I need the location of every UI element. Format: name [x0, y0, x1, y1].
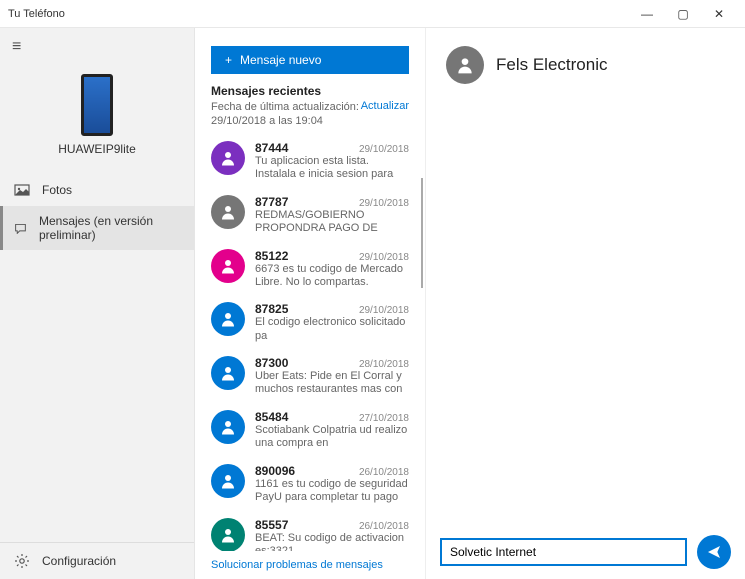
message-icon: [14, 220, 27, 236]
maximize-button[interactable]: ▢: [665, 0, 701, 28]
message-sender: 87787: [255, 195, 288, 209]
avatar: [211, 249, 245, 283]
message-sender: 87825: [255, 302, 288, 316]
compose-input[interactable]: [440, 538, 687, 566]
titlebar: Tu Teléfono — ▢ ✕: [0, 0, 745, 28]
compose-row: [426, 525, 745, 579]
phone-name: HUAWEIP9lite: [58, 142, 136, 156]
message-sender: 85122: [255, 249, 288, 263]
message-date: 29/10/2018: [359, 198, 409, 209]
message-date: 26/10/2018: [359, 521, 409, 532]
sidebar-item-settings[interactable]: Configuración: [0, 542, 194, 579]
new-message-button[interactable]: + Mensaje nuevo: [211, 46, 409, 74]
window-controls: — ▢ ✕: [629, 0, 737, 28]
chat-panel: Fels Electronic: [425, 28, 745, 579]
message-date: 29/10/2018: [359, 144, 409, 155]
send-button[interactable]: [697, 535, 731, 569]
scrollbar[interactable]: [421, 178, 423, 288]
chat-header: Fels Electronic: [426, 28, 745, 102]
message-date: 27/10/2018: [359, 413, 409, 424]
messages-panel: + Mensaje nuevo Mensajes recientes Fecha…: [195, 28, 425, 579]
message-list[interactable]: 87444 29/10/2018 Tu aplicacion esta list…: [195, 135, 425, 551]
sidebar: ≡ HUAWEIP9lite Fotos Mensajes (en versió…: [0, 28, 195, 579]
nav-label: Fotos: [42, 183, 72, 197]
message-item[interactable]: 85484 27/10/2018 Scotiabank Colpatria ud…: [195, 404, 425, 458]
contact-avatar: [446, 46, 484, 84]
message-item[interactable]: 87825 29/10/2018 El codigo electronico s…: [195, 296, 425, 350]
message-item[interactable]: 85557 26/10/2018 BEAT: Su codigo de acti…: [195, 512, 425, 551]
close-button[interactable]: ✕: [701, 0, 737, 28]
photo-icon: [14, 182, 30, 198]
message-preview: REDMAS/GOBIERNO PROPONDRA PAGO DE SALUD …: [255, 209, 409, 237]
phone-display: HUAWEIP9lite: [0, 66, 194, 168]
nav-label: Mensajes (en versión preliminar): [39, 214, 180, 242]
avatar: [211, 141, 245, 175]
message-sender: 87444: [255, 141, 288, 155]
phone-image: [81, 74, 113, 136]
chat-body: [426, 102, 745, 525]
sidebar-item-messages[interactable]: Mensajes (en versión preliminar): [0, 206, 194, 250]
avatar: [211, 302, 245, 336]
message-date: 29/10/2018: [359, 252, 409, 263]
refresh-link[interactable]: Actualizar: [361, 100, 409, 112]
recent-messages-header: Mensajes recientes: [195, 84, 425, 100]
message-preview: El codigo electronico solicitado pa: [255, 316, 409, 344]
avatar: [211, 410, 245, 444]
message-sender: 87300: [255, 356, 288, 370]
sidebar-item-photos[interactable]: Fotos: [0, 174, 194, 206]
message-date: 28/10/2018: [359, 359, 409, 370]
avatar: [211, 356, 245, 390]
message-preview: 1161 es tu codigo de seguridad PayU para…: [255, 478, 409, 506]
message-item[interactable]: 87444 29/10/2018 Tu aplicacion esta list…: [195, 135, 425, 189]
contact-name: Fels Electronic: [496, 55, 607, 75]
message-sender: 890096: [255, 464, 295, 478]
settings-label: Configuración: [42, 554, 116, 568]
message-preview: Tu aplicacion esta lista. Instalala e in…: [255, 155, 409, 183]
new-message-label: Mensaje nuevo: [240, 53, 321, 67]
message-item[interactable]: 890096 26/10/2018 1161 es tu codigo de s…: [195, 458, 425, 512]
message-item[interactable]: 87300 28/10/2018 Uber Eats: Pide en El C…: [195, 350, 425, 404]
message-preview: Uber Eats: Pide en El Corral y muchos re…: [255, 370, 409, 398]
avatar: [211, 518, 245, 551]
avatar: [211, 195, 245, 229]
message-preview: BEAT: Su codigo de activacion es:3321: [255, 532, 409, 551]
troubleshoot-link[interactable]: Solucionar problemas de mensajes: [195, 551, 425, 579]
hamburger-icon[interactable]: ≡: [0, 28, 194, 66]
message-sender: 85484: [255, 410, 288, 424]
message-item[interactable]: 85122 29/10/2018 6673 es tu codigo de Me…: [195, 243, 425, 297]
minimize-button[interactable]: —: [629, 0, 665, 28]
message-sender: 85557: [255, 518, 288, 532]
message-item[interactable]: 87787 29/10/2018 REDMAS/GOBIERNO PROPOND…: [195, 189, 425, 243]
last-update-text: Fecha de última actualización: 29/10/201…: [211, 100, 359, 129]
message-date: 26/10/2018: [359, 467, 409, 478]
gear-icon: [14, 553, 30, 569]
message-date: 29/10/2018: [359, 305, 409, 316]
send-icon: [706, 544, 722, 560]
message-preview: 6673 es tu codigo de Mercado Libre. No l…: [255, 263, 409, 291]
avatar: [211, 464, 245, 498]
plus-icon: +: [225, 53, 232, 67]
window-title: Tu Teléfono: [8, 8, 629, 20]
message-preview: Scotiabank Colpatria ud realizo una comp…: [255, 424, 409, 452]
